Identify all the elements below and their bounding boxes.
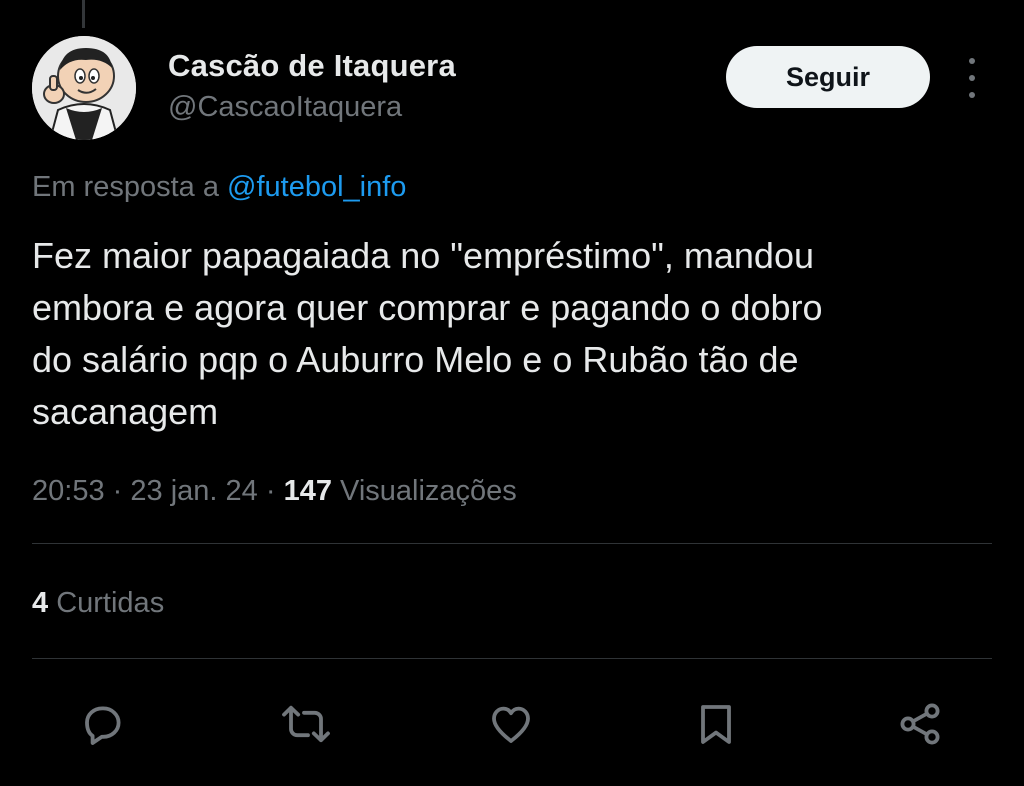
- share-icon: [900, 703, 940, 745]
- author-handle[interactable]: @CascaoItaquera: [168, 88, 456, 126]
- meta-separator: ·: [265, 475, 276, 507]
- likes-label: Curtidas: [56, 587, 165, 619]
- bookmark-icon: [701, 705, 731, 744]
- share-button[interactable]: [892, 696, 948, 752]
- likes-stat[interactable]: 4 Curtidas: [32, 584, 164, 622]
- more-dot: [969, 58, 975, 64]
- author-block: Cascão de Itaquera @CascaoItaquera: [168, 46, 456, 126]
- reply-icon: [85, 706, 121, 745]
- reply-mention-link[interactable]: @futebol_info: [227, 171, 406, 203]
- follow-button[interactable]: Seguir: [726, 46, 930, 108]
- more-vertical-icon[interactable]: [956, 58, 988, 98]
- more-dot: [969, 75, 975, 81]
- avatar[interactable]: [32, 36, 136, 140]
- heart-icon: [492, 706, 530, 743]
- avatar-cartoon-icon: [32, 36, 136, 140]
- like-button[interactable]: [483, 696, 539, 752]
- repost-icon: [282, 705, 330, 743]
- more-dot: [969, 92, 975, 98]
- views-label: Visualizações: [340, 475, 517, 507]
- reply-context: Em resposta a @futebol_info: [32, 168, 406, 206]
- divider: [32, 658, 992, 659]
- tweet-time[interactable]: 20:53: [32, 475, 105, 507]
- tweet-meta: 20:53 · 23 jan. 24 · 147 Visualizações: [32, 472, 517, 510]
- reply-button[interactable]: [74, 696, 130, 752]
- tweet-date[interactable]: 23 jan. 24: [130, 475, 257, 507]
- author-display-name[interactable]: Cascão de Itaquera: [168, 46, 456, 86]
- likes-count: 4: [32, 587, 49, 619]
- views-count: 147: [283, 475, 332, 507]
- repost-button[interactable]: [278, 696, 334, 752]
- meta-separator: ·: [112, 475, 123, 507]
- thread-connector-line: [82, 0, 85, 28]
- divider: [32, 543, 992, 544]
- reply-context-prefix: Em resposta a: [32, 171, 228, 203]
- bookmark-button[interactable]: [688, 696, 744, 752]
- tweet-text: Fez maior papagaiada no "empréstimo", ma…: [32, 235, 823, 432]
